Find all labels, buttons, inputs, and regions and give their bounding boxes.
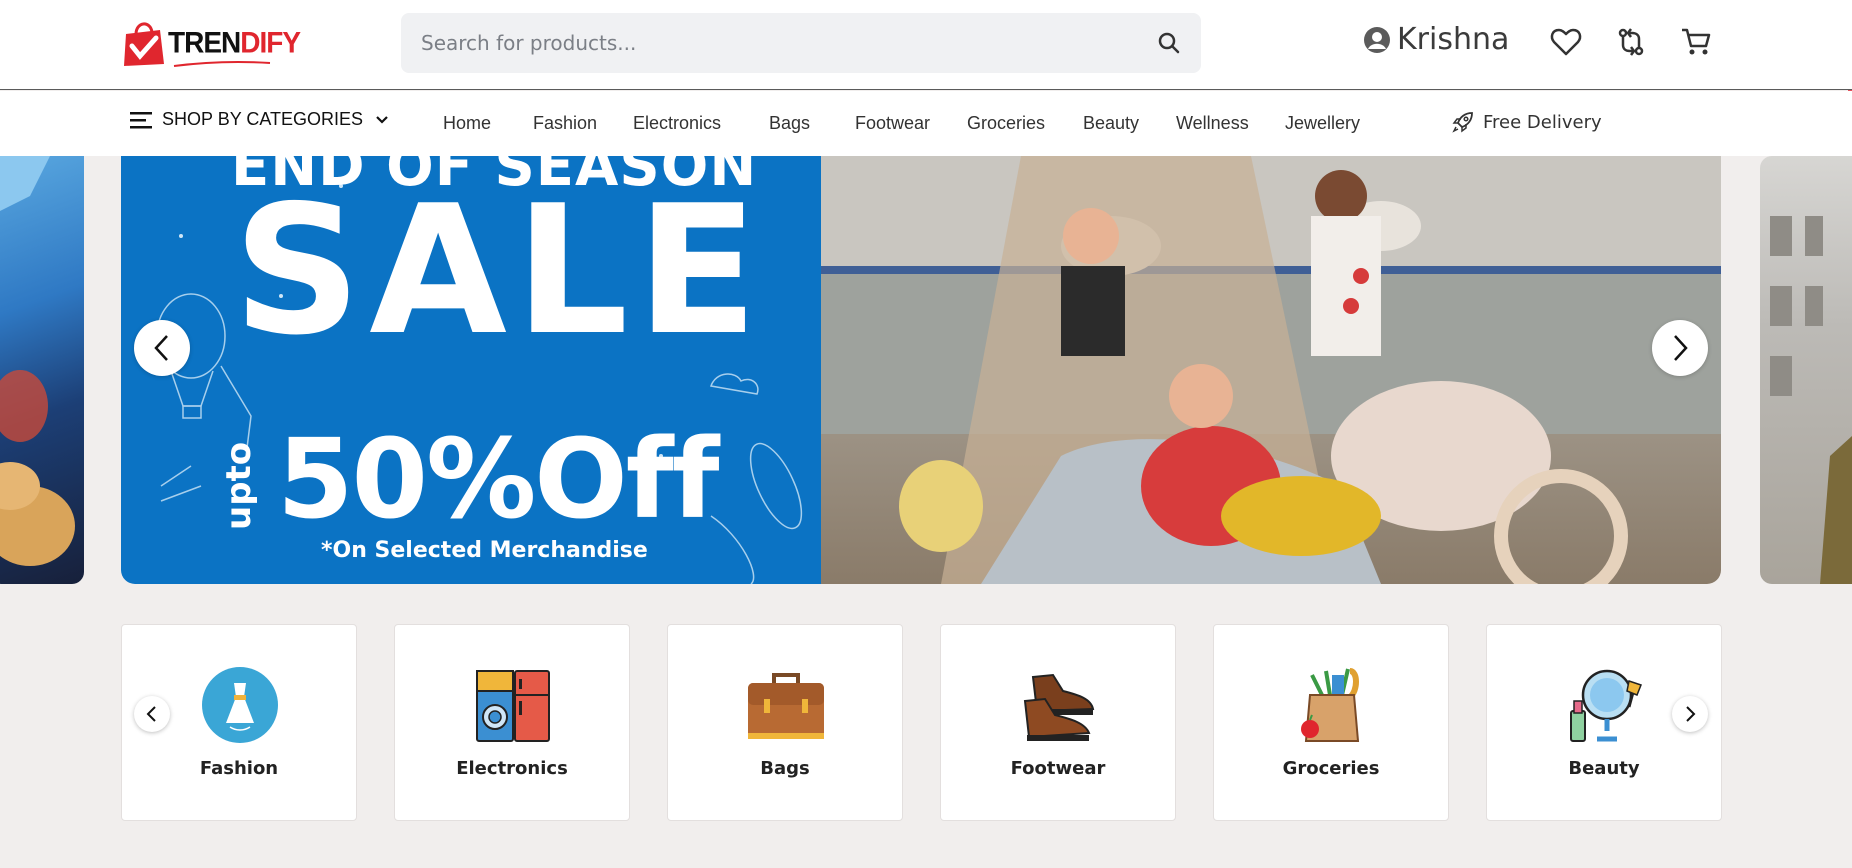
- rocket-icon: [1452, 112, 1473, 133]
- category-label: Bags: [760, 758, 810, 779]
- cart-icon[interactable]: [1679, 25, 1713, 59]
- chevron-right-icon: [1686, 706, 1696, 722]
- category-label: Beauty: [1568, 758, 1640, 779]
- category-card-footwear[interactable]: Footwear: [940, 624, 1176, 821]
- kids-playing-image: [821, 156, 1721, 584]
- categories-label: SHOP BY CATEGORIES: [162, 109, 364, 129]
- shoes-icon: [1023, 673, 1095, 741]
- category-label: Footwear: [1010, 758, 1106, 779]
- categories-next-button[interactable]: [1672, 696, 1708, 732]
- category-label: Groceries: [1282, 758, 1380, 779]
- nav-link-beauty[interactable]: Beauty: [1083, 113, 1139, 134]
- shopping-bag-logo-icon: [124, 22, 164, 66]
- nav-link-jewellery[interactable]: Jewellery: [1285, 113, 1360, 134]
- nav-link-footwear[interactable]: Footwear: [855, 113, 930, 134]
- search-bar: [401, 13, 1201, 73]
- dress-icon: [202, 667, 278, 743]
- category-card-bags[interactable]: Bags: [667, 624, 903, 821]
- chevron-down-icon: [376, 115, 388, 124]
- briefcase-icon: [748, 673, 824, 739]
- carousel-prev-button[interactable]: [134, 320, 190, 376]
- header: TRENDIFY Krishna: [0, 0, 1852, 90]
- main-nav: SHOP BY CATEGORIES Home Fashion Electron…: [0, 91, 1852, 156]
- nav-link-electronics[interactable]: Electronics: [633, 113, 721, 134]
- next-slide-peek[interactable]: [1760, 156, 1852, 584]
- banner-sale-headline: SALE: [233, 167, 766, 374]
- chevron-right-icon: [1674, 335, 1688, 361]
- compare-icon[interactable]: [1614, 25, 1648, 59]
- chevron-left-icon: [154, 335, 168, 361]
- hero-slide-sale[interactable]: END OF SEASON SALE upto 50%Off *On Selec…: [121, 156, 1721, 584]
- user-icon: [1364, 26, 1390, 53]
- user-name: Krishna: [1397, 22, 1510, 57]
- grocery-bag-icon: [1301, 668, 1360, 742]
- brand-name: TRENDIFY: [168, 26, 301, 59]
- sale-panel: END OF SEASON SALE upto 50%Off *On Selec…: [121, 156, 841, 584]
- previous-slide-peek[interactable]: [0, 156, 84, 584]
- wishlist-heart-icon[interactable]: [1549, 25, 1583, 59]
- nav-link-home[interactable]: Home: [443, 113, 491, 134]
- nav-link-wellness[interactable]: Wellness: [1176, 113, 1249, 134]
- hamburger-menu-icon: [130, 111, 152, 128]
- categories-prev-button[interactable]: [134, 696, 170, 732]
- category-label: Electronics: [456, 758, 568, 779]
- category-card-groceries[interactable]: Groceries: [1213, 624, 1449, 821]
- user-account[interactable]: Krishna: [1363, 22, 1509, 57]
- shop-by-categories-dropdown[interactable]: SHOP BY CATEGORIES: [130, 109, 389, 130]
- kids-photo: [821, 156, 1721, 584]
- chips-packet-image: [0, 156, 75, 566]
- building-image: [1770, 216, 1852, 584]
- nav-link-fashion[interactable]: Fashion: [533, 113, 597, 134]
- search-input[interactable]: [421, 31, 1121, 55]
- banner-note: *On Selected Merchandise: [321, 538, 648, 563]
- search-icon[interactable]: [1157, 31, 1181, 55]
- chevron-left-icon: [146, 706, 156, 722]
- logo-swoosh: [173, 61, 271, 67]
- nav-link-groceries[interactable]: Groceries: [967, 113, 1045, 134]
- hero-carousel: END OF SEASON SALE upto 50%Off *On Selec…: [0, 156, 1852, 584]
- carousel-next-button[interactable]: [1652, 320, 1708, 376]
- free-delivery-link[interactable]: Free Delivery: [1452, 111, 1602, 133]
- appliances-icon: [476, 670, 550, 742]
- banner-discount: 50%Off: [277, 415, 720, 543]
- banner-upto: upto: [219, 441, 259, 530]
- free-delivery-label: Free Delivery: [1483, 111, 1602, 133]
- category-card-electronics[interactable]: Electronics: [394, 624, 630, 821]
- cosmetics-icon: [1570, 669, 1642, 742]
- category-label: Fashion: [199, 758, 279, 779]
- nav-link-bags[interactable]: Bags: [769, 113, 810, 134]
